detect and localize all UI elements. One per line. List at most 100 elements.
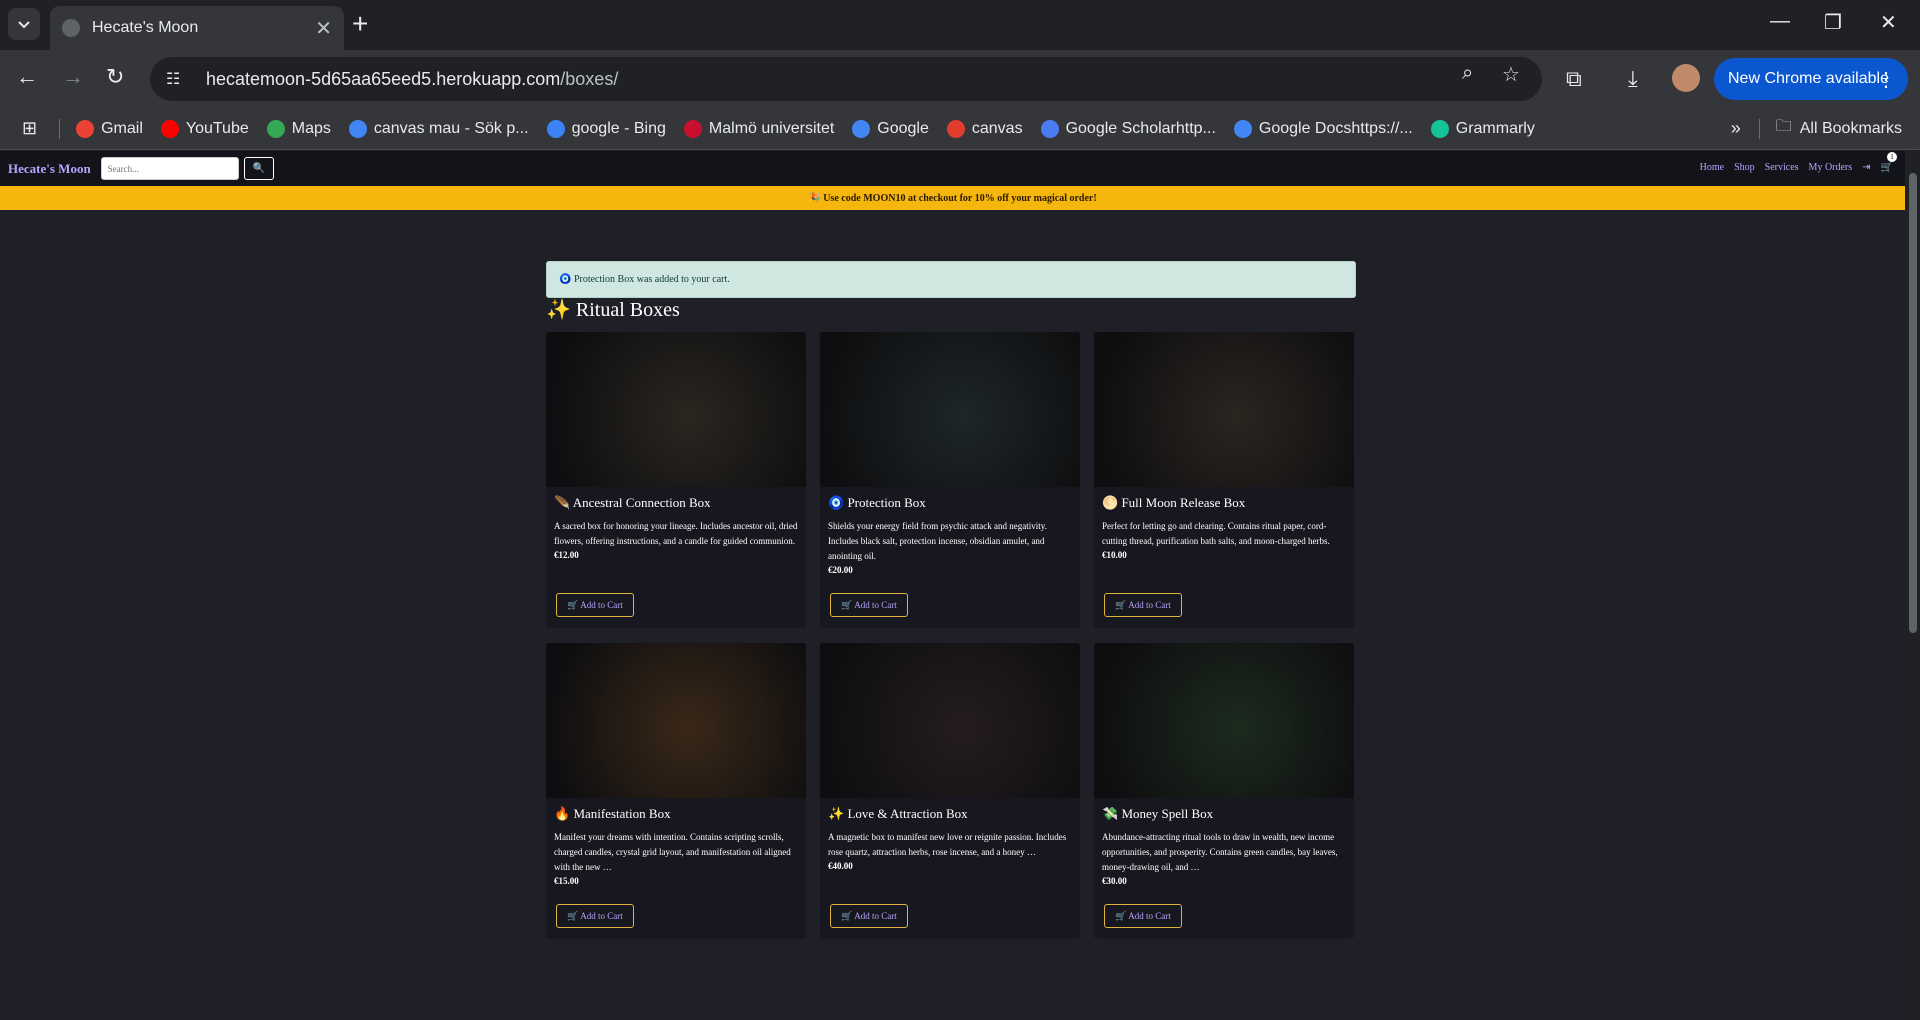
- bookmark-star-icon[interactable]: ☆: [1502, 62, 1520, 87]
- add-to-cart-button[interactable]: 🛒 Add to Cart: [830, 593, 908, 617]
- site-info-icon[interactable]: ☷: [166, 69, 186, 89]
- product-price: €30.00: [1102, 876, 1127, 886]
- bookmark-bing[interactable]: google - Bing: [546, 119, 666, 138]
- add-to-cart-button[interactable]: 🛒 Add to Cart: [556, 593, 634, 617]
- bookmark-grammarly[interactable]: Grammarly: [1430, 119, 1535, 138]
- tab-title: Hecate's Moon: [92, 19, 199, 36]
- docs-icon: [1233, 119, 1252, 138]
- grammarly-icon: [1430, 119, 1449, 138]
- profile-avatar[interactable]: [1672, 64, 1700, 92]
- browser-tab-active[interactable]: Hecate's Moon ✕: [50, 6, 344, 50]
- product-image[interactable]: [546, 643, 806, 798]
- product-description: A magnetic box to manifest new love or r…: [828, 832, 1067, 857]
- search-icon: [546, 119, 565, 138]
- scrollbar-thumb[interactable]: [1909, 173, 1917, 633]
- product-emoji: 🌕: [1102, 495, 1119, 510]
- product-name[interactable]: 🌕 Full Moon Release Box: [1102, 495, 1346, 511]
- search-input[interactable]: [100, 157, 239, 180]
- zoom-icon[interactable]: ⌕: [1462, 62, 1473, 85]
- bookmark-malmo[interactable]: Malmö universitet: [683, 119, 834, 138]
- extensions-icon[interactable]: ⧉: [1566, 66, 1582, 92]
- add-to-cart-button[interactable]: 🛒 Add to Cart: [830, 904, 908, 928]
- download-icon[interactable]: ⤓: [1628, 66, 1638, 92]
- product-emoji: 💸: [1102, 806, 1119, 821]
- product-image[interactable]: [820, 643, 1080, 798]
- site-navbar: Hecate's Moon 🔍 Home Shop Services My Or…: [0, 151, 1905, 186]
- add-to-cart-button[interactable]: 🛒 Add to Cart: [1104, 904, 1182, 928]
- nav-shop[interactable]: Shop: [1734, 162, 1755, 173]
- bookmark-google[interactable]: Google: [852, 119, 929, 138]
- browser-toolbar: ← → ↻ ☷ hecatemoon-5d65aa65eed5.herokuap…: [0, 50, 1920, 108]
- divider: [59, 118, 61, 139]
- bookmark-gmail[interactable]: Gmail: [76, 119, 143, 138]
- site-brand[interactable]: Hecate's Moon: [8, 161, 91, 177]
- section-title: ✨ Ritual Boxes: [546, 299, 680, 321]
- bookmark-scholar[interactable]: Google Scholarhttp...: [1040, 119, 1216, 138]
- product-price: €40.00: [828, 861, 853, 871]
- maps-icon: [266, 119, 285, 138]
- close-window-icon[interactable]: ✕: [1880, 10, 1897, 35]
- bookmark-docs[interactable]: Google Docshttps://...: [1233, 119, 1413, 138]
- logout-icon[interactable]: ⇥: [1862, 162, 1870, 173]
- product-name[interactable]: 💸 Money Spell Box: [1102, 806, 1346, 822]
- kebab-menu-icon[interactable]: ⋮: [1876, 67, 1896, 92]
- bookmark-maps[interactable]: Maps: [266, 119, 331, 138]
- nav-my-orders[interactable]: My Orders: [1809, 162, 1853, 173]
- apps-grid-icon[interactable]: ⊞: [22, 118, 37, 139]
- product-card: 🔥 Manifestation Box Manifest your dreams …: [546, 643, 806, 939]
- product-price: €20.00: [828, 565, 853, 575]
- product-description: Manifest your dreams with intention. Con…: [554, 832, 791, 872]
- add-to-cart-button[interactable]: 🛒 Add to Cart: [556, 904, 634, 928]
- nav-services[interactable]: Services: [1765, 162, 1799, 173]
- url-path: /boxes/: [560, 68, 619, 89]
- product-price: €15.00: [554, 876, 579, 886]
- nav-home[interactable]: Home: [1700, 162, 1724, 173]
- restore-icon[interactable]: ❐: [1824, 10, 1842, 35]
- bookmark-canvas[interactable]: canvas: [946, 119, 1023, 138]
- malmo-logo-icon: [683, 119, 702, 138]
- cart-icon[interactable]: 🛒 1: [1881, 152, 1897, 173]
- cart-alert: 🧿 Protection Box was added to your cart.: [546, 261, 1356, 298]
- product-card: 🪶 Ancestral Connection Box A sacred box f…: [546, 332, 806, 628]
- page-scrollbar[interactable]: [1905, 151, 1920, 1020]
- product-name[interactable]: ✨ Love & Attraction Box: [828, 806, 1072, 822]
- web-page: Hecate's Moon 🔍 Home Shop Services My Or…: [0, 151, 1905, 1020]
- reload-icon[interactable]: ↻: [106, 64, 124, 90]
- product-image[interactable]: [546, 332, 806, 487]
- add-to-cart-button[interactable]: 🛒 Add to Cart: [1104, 593, 1182, 617]
- forward-icon[interactable]: →: [62, 64, 84, 90]
- update-label: New Chrome available: [1728, 70, 1889, 87]
- minimize-icon[interactable]: —: [1770, 10, 1790, 33]
- tab-search-button[interactable]: [8, 8, 40, 40]
- promo-banner: 🎉 Use code MOON10 at checkout for 10% of…: [0, 186, 1905, 210]
- new-tab-button[interactable]: +: [352, 10, 368, 38]
- close-tab-icon[interactable]: ✕: [315, 16, 332, 41]
- product-name[interactable]: 🧿 Protection Box: [828, 495, 1072, 511]
- product-image[interactable]: [1094, 643, 1354, 798]
- nav-links: Home Shop Services My Orders ⇥ 🛒 1: [1690, 152, 1897, 173]
- bookmark-youtube[interactable]: YouTube: [160, 119, 249, 138]
- search-button[interactable]: 🔍: [243, 157, 274, 180]
- more-bookmarks-icon[interactable]: »: [1731, 118, 1741, 139]
- product-name[interactable]: 🪶 Ancestral Connection Box: [554, 495, 798, 511]
- divider: [1758, 118, 1760, 139]
- product-description: Abundance-attracting ritual tools to dra…: [1102, 832, 1338, 872]
- back-icon[interactable]: ←: [16, 64, 38, 90]
- google-icon: [348, 119, 367, 138]
- youtube-icon: [160, 119, 179, 138]
- bookmark-canvas-mau[interactable]: canvas mau - Sök p...: [348, 119, 529, 138]
- chrome-update-button[interactable]: New Chrome available ⋮: [1714, 58, 1908, 100]
- product-emoji: 🔥: [554, 806, 571, 821]
- google-icon: [852, 119, 871, 138]
- product-image[interactable]: [1094, 332, 1354, 487]
- product-image[interactable]: [820, 332, 1080, 487]
- all-bookmarks[interactable]: 🗀 All Bookmarks: [1776, 115, 1902, 142]
- product-emoji: 🧿: [828, 495, 845, 510]
- gmail-icon: [76, 119, 95, 138]
- product-card: 🌕 Full Moon Release Box Perfect for letti…: [1094, 332, 1354, 628]
- product-card: 🧿 Protection Box Shields your energy fiel…: [820, 332, 1080, 628]
- product-emoji: ✨: [828, 806, 845, 821]
- address-bar[interactable]: ☷ hecatemoon-5d65aa65eed5.herokuapp.com /…: [150, 57, 1542, 101]
- url-host: hecatemoon-5d65aa65eed5.herokuapp.com: [206, 68, 561, 89]
- product-name[interactable]: 🔥 Manifestation Box: [554, 806, 798, 822]
